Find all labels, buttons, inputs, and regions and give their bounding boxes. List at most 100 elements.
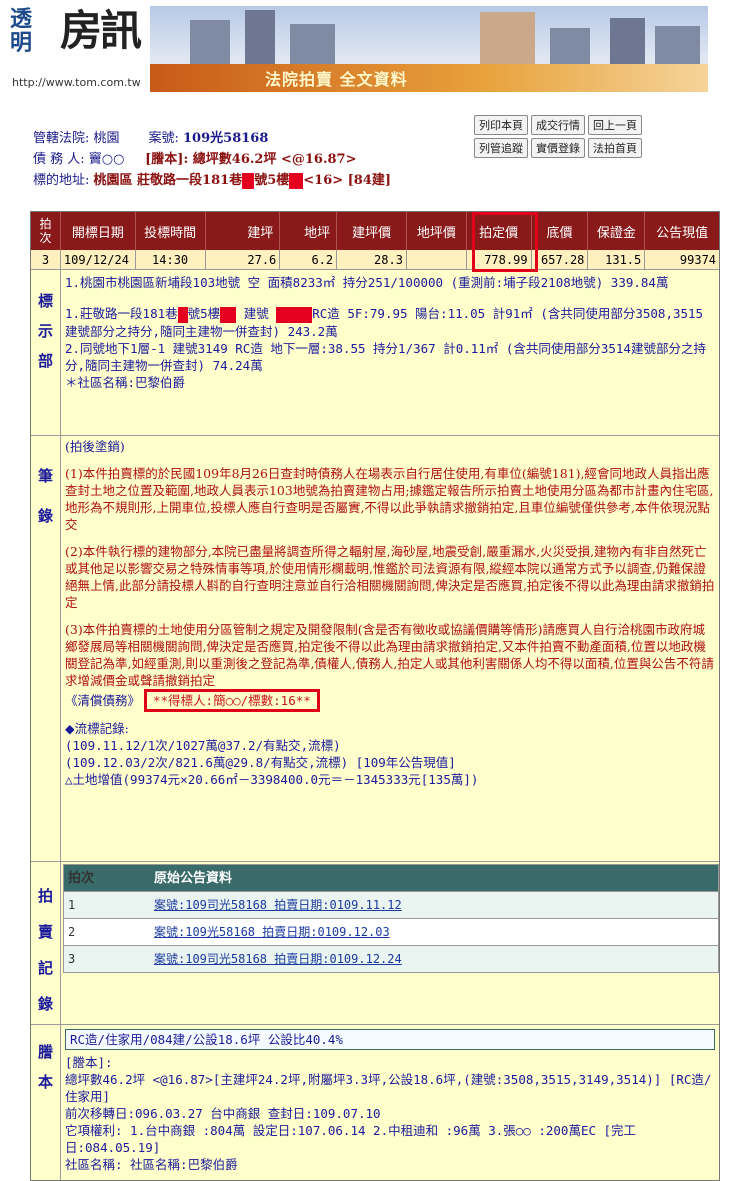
debtor-line: 債 務 人: 竇○○ [謄本]: 總坪數46.2坪 <@16.87> (33, 149, 473, 170)
table-row: 1 案號:109司光58168 拍賣日期:0109.11.12 (64, 891, 718, 918)
record-link[interactable]: 案號:109光58168 拍賣日期:0109.12.03 (154, 925, 390, 939)
winner-highlight: **得標人:簡○○/標數:16** (144, 689, 320, 712)
case-header: 管轄法院: 桃園 案號: 109光58168 債 務 人: 竇○○ [謄本]: … (33, 128, 473, 191)
case-label: 案號: (148, 131, 179, 146)
case-number: 109光58168 (183, 131, 269, 146)
registry-summary: RC造/住家用/084建/公設18.6坪 公設比40.4% (65, 1029, 715, 1050)
header-cell: 地坪 (280, 212, 338, 250)
registry-line: 前次移轉日:096.03.27 台中商銀 查封日:109.07.10 (65, 1106, 381, 1121)
site-logo[interactable]: 透明 房訊 http://www.tom.com.tw (0, 0, 150, 95)
land-unit-price (407, 250, 467, 269)
note-paragraph: (2)本件執行標的建物部分,本院已盡量將調查所得之輻射屋,海砂屋,地震受創,嚴重… (65, 544, 715, 610)
table-row: 3 109/12/24 14:30 27.6 6.2 28.3 778.99 6… (31, 250, 719, 270)
button-row: 列印本頁 成交行情 回上一頁 (474, 115, 689, 135)
header-cell: 投標時間 (136, 212, 206, 250)
building-item: 1.莊敬路一段181巷 號5樓 建號 RC造 5F:79.95 陽台:11.05 … (65, 306, 704, 339)
record-notes-section: 筆錄 (拍後塗銷) (1)本件拍賣標的於民國109年8月26日查封時債務人在場表… (31, 436, 719, 862)
table-header-row: 拍次 開標日期 投標時間 建坪 地坪 建坪價 地坪價 拍定價 底價 保證金 公告… (31, 212, 719, 250)
redaction-mark (242, 172, 255, 189)
reserve-price: 657.28 (532, 250, 589, 269)
header-cell: 拍定價 (467, 212, 532, 250)
case-type: 《清償債務》 (65, 693, 141, 708)
actual-price-button[interactable]: 實價登錄 (531, 138, 585, 158)
failed-auction-record: (109.11.12/1次/1027萬@37.2/有點交,流標) (65, 738, 341, 753)
record-link[interactable]: 案號:109司光58168 拍賣日期:0109.11.12 (154, 898, 402, 912)
redaction-mark (289, 172, 304, 189)
header-cell: 保證金 (588, 212, 646, 250)
track-button[interactable]: 列管追蹤 (474, 138, 528, 158)
registry-line: 社區名稱: 社區名稱:巴黎伯爵 (65, 1157, 238, 1172)
market-price-button[interactable]: 成交行情 (531, 115, 585, 135)
building-item: 2.同號地下1層-1 建號3149 RC造 地下一層:38.55 持分1/367… (65, 340, 706, 373)
header-cell: 建坪價 (337, 212, 407, 250)
record-link[interactable]: 案號:109司光58168 拍賣日期:0109.12.24 (154, 952, 402, 966)
auction-detail-table: 拍次 開標日期 投標時間 建坪 地坪 建坪價 地坪價 拍定價 底價 保證金 公告… (30, 211, 720, 1181)
debtor-label: 債 務 人: (33, 152, 85, 167)
records-header-source: 原始公告資料 (154, 870, 233, 886)
court-value: 桃園 (93, 131, 120, 146)
section-side-label: 拍賣記錄 (31, 862, 61, 1024)
table-row: 2 案號:109光58168 拍賣日期:0109.12.03 (64, 918, 718, 945)
registry-line: [謄本]: (65, 1055, 113, 1070)
community-name: ＊社區名稱:巴黎伯爵 (65, 374, 186, 390)
address-part-b: 號5樓 (254, 173, 290, 188)
land-value-increment: △土地增值(99374元×20.66㎡－3398400.0元＝－1345333元… (65, 772, 479, 787)
registry-section: 謄本 RC造/住家用/084建/公設18.6坪 公設比40.4% [謄本]: 總… (31, 1025, 719, 1180)
building-unit-price: 28.3 (337, 250, 407, 269)
banner-stripe (150, 64, 708, 92)
failed-auction-record: (109.12.03/2次/821.6萬@29.8/有點交,流標) [109年公… (65, 755, 456, 770)
section-side-label: 筆錄 (31, 436, 61, 861)
header-cell: 地坪價 (407, 212, 467, 250)
auction-date: 109/12/24 (61, 250, 136, 269)
section-side-label: 謄本 (31, 1025, 61, 1180)
site-banner: 透明 房訊 http://www.tom.com.tw 法院拍賣 全文資料 (0, 0, 740, 95)
section-body: RC造/住家用/084建/公設18.6坪 公設比40.4% [謄本]: 總坪數4… (61, 1025, 719, 1180)
winner-line: 《清償債務》 **得標人:簡○○/標數:16** (65, 689, 715, 712)
deposit: 131.5 (588, 250, 646, 269)
address-part-c: <16> [84建] (303, 173, 392, 188)
header-cell: 拍次 (31, 212, 61, 250)
logo-text-large: 房訊 (60, 6, 142, 55)
auction-records-table: 拍次 原始公告資料 1 案號:109司光58168 拍賣日期:0109.11.1… (63, 864, 719, 973)
header-cell: 開標日期 (61, 212, 136, 250)
property-label-section: 標示部 1.桃園市桃園區新埔段103地號 空 面積8233㎡ 持分251/100… (31, 270, 719, 436)
header-cell: 建坪 (206, 212, 281, 250)
land-item: 1.桃園市桃園區新埔段103地號 空 面積8233㎡ 持分251/100000 … (65, 275, 669, 290)
address-part-a: 桃園區 莊敬路一段181巷 (93, 173, 243, 188)
address-label: 標的地址: (33, 173, 90, 188)
records-header-row: 拍次 原始公告資料 (64, 865, 718, 891)
section-body: 拍次 原始公告資料 1 案號:109司光58168 拍賣日期:0109.11.1… (61, 862, 719, 1024)
land-ping: 6.2 (280, 250, 338, 269)
note-paragraph: (3)本件拍賣標的土地使用分區管制之規定及開發限制(含是否有徵收或協議價購等情形… (65, 622, 714, 688)
notes-heading: (拍後塗銷) (65, 439, 125, 454)
address-line: 標的地址: 桃園區 莊敬路一段181巷 號5樓 <16> [84建] (33, 170, 473, 191)
court-line: 管轄法院: 桃園 案號: 109光58168 (33, 128, 473, 149)
header-cell: 底價 (532, 212, 589, 250)
section-side-label: 標示部 (31, 270, 61, 435)
building-ping: 27.6 (206, 250, 281, 269)
court-label: 管轄法院: (33, 131, 90, 146)
back-button[interactable]: 回上一頁 (588, 115, 642, 135)
records-header-round: 拍次 (68, 870, 95, 886)
auction-records-section: 拍賣記錄 拍次 原始公告資料 1 案號:109司光58168 拍賣日期:0109… (31, 862, 719, 1025)
header-cell: 公告現值 (656, 225, 709, 241)
failed-auction-title: ◆流標記錄: (65, 721, 129, 736)
bid-time: 14:30 (136, 250, 206, 269)
announced-value: 99374 (679, 252, 717, 267)
section-body: 1.桃園市桃園區新埔段103地號 空 面積8233㎡ 持分251/100000 … (61, 270, 719, 435)
logo-text-small: 透明 (10, 7, 33, 56)
auction-home-button[interactable]: 法拍首頁 (588, 138, 642, 158)
auction-round: 3 (31, 250, 61, 269)
table-row: 3 案號:109司光58168 拍賣日期:0109.12.24 (64, 945, 718, 972)
winning-price: 778.99 (467, 250, 532, 269)
debtor-value: 竇○○ (88, 152, 125, 167)
section-body: (拍後塗銷) (1)本件拍賣標的於民國109年8月26日查封時債務人在場表示自行… (61, 436, 719, 861)
registry-line: 總坪數46.2坪 <@16.87>[主建坪24.2坪,附屬坪3.3坪,公設18.… (65, 1072, 712, 1104)
registry-line: 它項權利: 1.台中商銀 :804萬 設定日:107.06.14 2.中租迪和 … (65, 1123, 637, 1155)
registry-area-summary: [謄本]: 總坪數46.2坪 <@16.87> (145, 152, 357, 167)
banner-title: 法院拍賣 全文資料 (265, 70, 408, 89)
note-paragraph: (1)本件拍賣標的於民國109年8月26日查封時債務人在場表示自行居住使用,有車… (65, 466, 714, 532)
print-page-button[interactable]: 列印本頁 (474, 115, 528, 135)
button-row: 列管追蹤 實價登錄 法拍首頁 (474, 138, 689, 158)
action-buttons: 列印本頁 成交行情 回上一頁 列管追蹤 實價登錄 法拍首頁 (474, 115, 689, 161)
